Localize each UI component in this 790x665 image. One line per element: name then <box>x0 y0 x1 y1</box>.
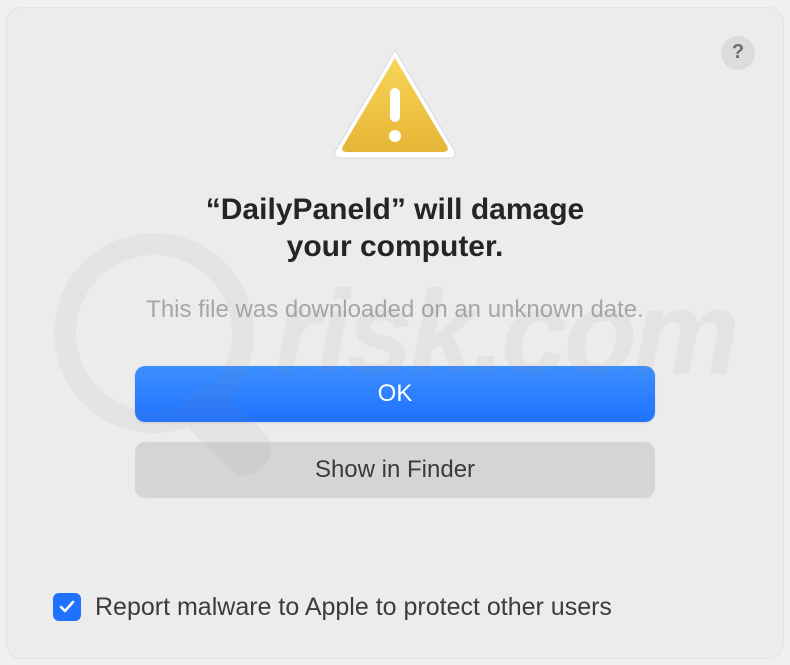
checkmark-icon <box>58 598 76 616</box>
alert-dialog: risk.com ? “DailyPaneld” will damage you… <box>7 8 783 658</box>
show-in-finder-button[interactable]: Show in Finder <box>135 442 655 498</box>
ok-button[interactable]: OK <box>135 366 655 422</box>
warning-icon <box>330 46 460 161</box>
help-button[interactable]: ? <box>721 36 755 70</box>
report-checkbox[interactable] <box>53 593 81 621</box>
help-icon: ? <box>732 41 744 64</box>
button-group: OK Show in Finder <box>135 366 655 498</box>
title-line-1: “DailyPaneld” will damage <box>206 191 584 229</box>
report-checkbox-label: Report malware to Apple to protect other… <box>95 593 612 622</box>
dialog-subtitle: This file was downloaded on an unknown d… <box>146 296 644 324</box>
report-checkbox-row: Report malware to Apple to protect other… <box>53 593 612 622</box>
dialog-title: “DailyPaneld” will damage your computer. <box>206 191 584 266</box>
title-line-2: your computer. <box>206 228 584 266</box>
